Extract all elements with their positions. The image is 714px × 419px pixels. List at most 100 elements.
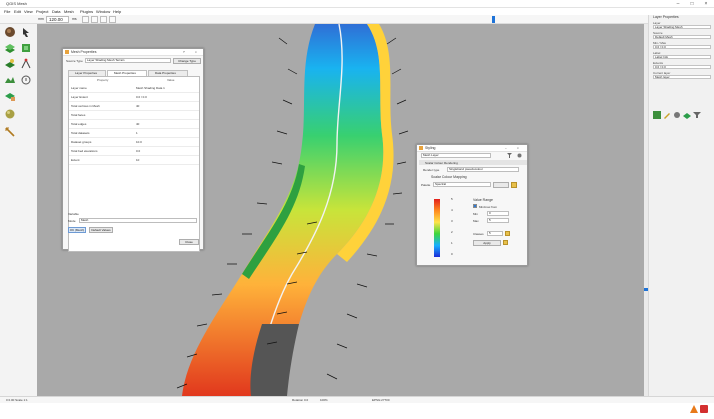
close-button[interactable]: Close <box>179 239 199 245</box>
min-max-checkbox[interactable] <box>473 204 477 208</box>
current-layer-field[interactable]: Mesh layer <box>653 75 711 79</box>
close-icon[interactable]: × <box>700 0 712 8</box>
column-header-property: Property <box>97 78 109 82</box>
menu-mesh[interactable]: Mesh <box>64 9 74 14</box>
add-raster-layer-icon[interactable] <box>20 42 32 54</box>
globe-icon[interactable] <box>4 26 16 38</box>
ok-button[interactable]: OK (Mesh) <box>68 227 86 233</box>
menu-window[interactable]: Window <box>96 9 110 14</box>
messages-icon[interactable] <box>700 405 708 413</box>
maximize-icon[interactable]: □ <box>686 0 698 8</box>
palette-color-swatch[interactable] <box>511 182 517 188</box>
source-field[interactable]: Default Mesh <box>653 35 711 39</box>
settings-icon[interactable] <box>673 111 681 119</box>
table-row[interactable]: Extent 10 <box>69 156 199 165</box>
default-values-button[interactable]: Default Values <box>89 227 113 233</box>
layer-select[interactable]: Mesh Layer <box>421 153 491 158</box>
label-field[interactable]: Label Info <box>653 55 711 59</box>
layer-icon[interactable] <box>653 111 661 119</box>
previous-frame-button[interactable] <box>91 16 98 23</box>
styling-title-bar: Styling – × <box>417 145 527 152</box>
table-row[interactable]: Total bed elevations 0.0 <box>69 147 199 156</box>
section-header[interactable]: Scalar Colour Rendering <box>419 160 527 165</box>
apply-color-swatch[interactable] <box>503 240 508 245</box>
application-window: QGIS Mesh – □ × File Edit View Project D… <box>0 0 714 419</box>
status-magnifier[interactable]: 100% <box>320 398 328 402</box>
menu-data[interactable]: Data <box>52 9 60 14</box>
minimize-icon[interactable]: – <box>672 0 684 8</box>
layer-field[interactable]: Layer Shading Mesh <box>653 25 711 29</box>
styling-dialog: Styling – × Mesh Layer Scalar Colour Ren… <box>416 144 528 266</box>
terrain-icon[interactable] <box>4 74 16 86</box>
min-input[interactable]: 0 <box>487 211 509 216</box>
identify-icon[interactable] <box>20 74 32 86</box>
play-button[interactable] <box>100 16 107 23</box>
dialog-help-icon[interactable]: ? <box>183 50 185 54</box>
scale-input[interactable]: 120.00 <box>46 16 69 23</box>
add-mesh-layer-icon[interactable] <box>4 42 16 54</box>
next-frame-button[interactable] <box>109 16 116 23</box>
cursor-icon[interactable] <box>20 26 32 38</box>
change-type-button[interactable]: Change Type <box>173 58 201 64</box>
bottom-bar <box>0 403 714 419</box>
ramp-tick: 0 <box>451 252 453 256</box>
ball-icon[interactable] <box>4 108 16 120</box>
warning-icon[interactable] <box>690 405 698 413</box>
table-row[interactable]: Total vertices in Mesh 40 <box>69 102 199 111</box>
filter-icon[interactable] <box>507 153 512 158</box>
column-header-value: Value <box>167 78 175 82</box>
menu-bar: File Edit View Project Data Mesh Plugins… <box>0 8 714 15</box>
styling-app-icon <box>419 146 423 150</box>
dialog-close-icon[interactable]: × <box>195 50 197 54</box>
measure-icon[interactable] <box>4 126 16 138</box>
palette-edit-button[interactable] <box>493 182 509 188</box>
status-coordinate: 0 0.00 Scale 1:1 <box>6 398 28 402</box>
menu-help[interactable]: Help <box>113 9 121 14</box>
ramp-tick: 4 <box>451 208 453 212</box>
mesh-properties-dialog: Mesh Properties ? × Source Type Layer Sh… <box>62 48 204 252</box>
menu-plugins[interactable]: Plugins <box>80 9 93 14</box>
menu-file[interactable]: File <box>4 9 10 14</box>
first-frame-button[interactable] <box>82 16 89 23</box>
source-type-field[interactable]: Layer Shading Mesh Terrain <box>85 58 171 63</box>
mesh-icon[interactable] <box>683 111 691 119</box>
filter-icon[interactable] <box>693 111 701 119</box>
menu-view[interactable]: View <box>24 9 33 14</box>
dialog-app-icon <box>65 50 69 54</box>
menu-project[interactable]: Project <box>36 9 48 14</box>
source-type-label: Source Type <box>66 59 83 63</box>
node-tool-icon[interactable] <box>20 58 32 70</box>
classes-color-swatch[interactable] <box>505 231 510 236</box>
ramp-tick: 1 <box>451 241 453 245</box>
table-row[interactable]: Layer name Mesh Shading Data 1 <box>69 84 199 93</box>
render-type-select[interactable]: Singleband pseudocolour <box>447 167 519 172</box>
styling-close-icon[interactable]: × <box>517 146 519 150</box>
classes-label: Classes <box>473 232 484 236</box>
left-toolbar <box>0 24 37 396</box>
add-vector-layer-icon[interactable] <box>4 58 16 70</box>
styling-minimize-icon[interactable]: – <box>505 146 507 150</box>
minmax-field[interactable]: 0.0 / 0.0 <box>653 45 711 49</box>
extents-field[interactable]: 0.0 / 0.0 <box>653 65 711 69</box>
time-slider-handle[interactable] <box>492 16 495 23</box>
status-rotation: Rotation 0.0 <box>292 398 309 402</box>
table-row[interactable]: Layer Extent 0.0 / 0.0 <box>69 93 199 102</box>
table-row[interactable]: Dataset groups 10.0 <box>69 138 199 147</box>
pencil-icon[interactable] <box>663 111 671 119</box>
menu-edit[interactable]: Edit <box>14 9 21 14</box>
apply-button[interactable]: Apply <box>473 240 501 246</box>
max-input[interactable]: 5 <box>487 218 509 223</box>
table-row[interactable]: Total edges 40 <box>69 120 199 129</box>
palette-select[interactable]: Spectral <box>433 182 491 187</box>
mode-select[interactable]: Mesh <box>79 218 197 223</box>
palette-label: Palette <box>421 183 431 187</box>
settings-icon[interactable] <box>517 153 522 158</box>
table-row[interactable]: Total datasets 1 <box>69 129 199 138</box>
table-row[interactable]: Total faces <box>69 111 199 120</box>
classes-input[interactable]: 5 <box>487 231 503 236</box>
mesh-calculator-icon[interactable] <box>4 90 16 102</box>
dialog-title-bar: Mesh Properties ? × <box>63 49 203 56</box>
status-crs[interactable]: EPSG:27700 <box>372 398 390 402</box>
toolbar: mm 120.00 ms <box>0 15 714 24</box>
min-label: Min <box>473 212 478 216</box>
